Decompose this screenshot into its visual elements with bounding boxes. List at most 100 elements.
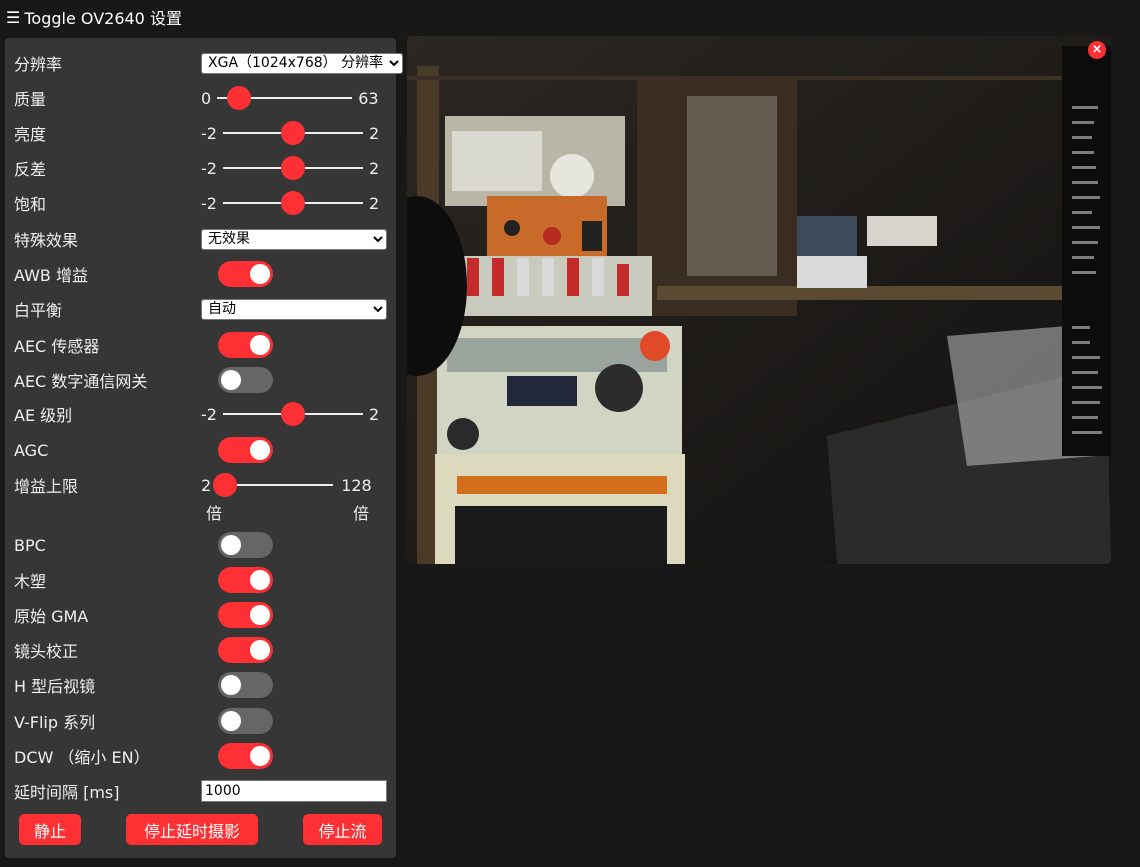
bpc-label: BPC <box>14 535 46 555</box>
bpc-row: BPC <box>14 529 388 561</box>
saturation-max: 2 <box>368 193 380 213</box>
toggle-knob <box>250 335 270 355</box>
brightness-row: 亮度 -2 2 <box>14 117 388 149</box>
v-flip-label: V-Flip 系列 <box>14 713 96 732</box>
interval-row: 延时间隔 [ms] <box>14 775 388 807</box>
quality-slider[interactable] <box>217 86 353 110</box>
contrast-slider-group: -2 2 <box>201 156 380 180</box>
agc-toggle[interactable] <box>218 437 273 463</box>
aec-dsp-row: AEC 数字通信网关 <box>14 364 388 396</box>
awb-gain-row: AWB 增益 <box>14 258 388 290</box>
gain-ceiling-max-unit: 倍 <box>353 504 370 523</box>
awb-gain-toggle[interactable] <box>218 261 273 287</box>
contrast-row: 反差 -2 2 <box>14 152 388 184</box>
toggle-knob <box>250 605 270 625</box>
settings-toggle[interactable]: ☰ Toggle OV2640 设置 <box>0 0 182 34</box>
saturation-slider-thumb[interactable] <box>280 191 305 215</box>
special-effect-label: 特殊效果 <box>14 231 79 250</box>
brightness-max: 2 <box>368 123 380 143</box>
bpc-toggle[interactable] <box>218 532 273 558</box>
quality-row: 质量 0 63 <box>14 82 388 114</box>
toggle-knob <box>250 640 270 660</box>
contrast-slider[interactable] <box>222 156 363 180</box>
interval-label: 延时间隔 [ms] <box>14 783 120 802</box>
h-mirror-toggle[interactable] <box>218 672 273 698</box>
ae-level-slider-group: -2 2 <box>201 402 380 426</box>
contrast-min: -2 <box>201 158 217 178</box>
ae-level-slider-thumb[interactable] <box>280 402 305 426</box>
aec-sensor-row: AEC 传感器 <box>14 329 388 361</box>
still-button[interactable]: 静止 <box>19 814 81 845</box>
saturation-label: 饱和 <box>14 195 47 214</box>
white-balance-label: 白平衡 <box>14 301 63 320</box>
toggle-knob <box>250 570 270 590</box>
aec-dsp-label: AEC 数字通信网关 <box>14 372 148 391</box>
stream-frame <box>407 36 1111 564</box>
aec-dsp-toggle[interactable] <box>218 367 273 393</box>
ae-level-row: AE 级别 -2 2 <box>14 398 388 430</box>
close-stream-icon[interactable]: × <box>1088 41 1106 59</box>
gain-ceiling-slider[interactable] <box>213 473 334 497</box>
gain-ceiling-row: 增益上限 2 128 <box>14 469 388 501</box>
toggle-knob <box>221 711 241 731</box>
lens-correction-row: 镜头校正 <box>14 634 388 666</box>
aec-sensor-label: AEC 传感器 <box>14 337 100 356</box>
aec-sensor-toggle[interactable] <box>218 332 273 358</box>
raw-gma-label: 原始 GMA <box>14 607 89 626</box>
lens-correction-label: 镜头校正 <box>14 642 79 661</box>
brightness-slider[interactable] <box>222 121 363 145</box>
toggle-knob <box>221 535 241 555</box>
gain-ceiling-min: 2 <box>201 475 212 495</box>
special-effect-select[interactable]: 无效果 <box>201 228 387 250</box>
v-flip-toggle[interactable] <box>218 708 273 734</box>
h-mirror-label: H 型后视镜 <box>14 677 96 696</box>
saturation-row: 饱和 -2 2 <box>14 187 388 219</box>
wpc-toggle[interactable] <box>218 567 273 593</box>
saturation-slider[interactable] <box>222 191 363 215</box>
ae-level-slider[interactable] <box>222 402 363 426</box>
gain-ceiling-label: 增益上限 <box>14 477 79 496</box>
toggle-knob <box>221 675 241 695</box>
contrast-slider-thumb[interactable] <box>280 156 305 180</box>
stop-timelapse-button[interactable]: 停止延时摄影 <box>126 814 258 845</box>
menu-icon: ☰ <box>6 7 21 27</box>
gain-ceiling-slider-thumb[interactable] <box>213 473 238 497</box>
contrast-max: 2 <box>368 158 380 178</box>
white-balance-select[interactable]: 自动 <box>201 298 387 320</box>
resolution-select[interactable]: XGA（1024x768） 分辨率 <box>201 52 403 74</box>
contrast-label: 反差 <box>14 160 47 179</box>
raw-gma-toggle[interactable] <box>218 602 273 628</box>
gain-ceiling-min-unit: 倍 <box>206 504 223 523</box>
h-mirror-row: H 型后视镜 <box>14 669 388 701</box>
dcw-row: DCW （缩小 EN） <box>14 740 388 772</box>
gain-ceiling-slider-group: 2 128 <box>201 473 372 497</box>
white-balance-row: 白平衡 自动 <box>14 293 388 325</box>
gain-ceiling-max: 128 <box>341 475 372 495</box>
saturation-min: -2 <box>201 193 217 213</box>
settings-title: Toggle OV2640 设置 <box>24 9 182 28</box>
brightness-slider-thumb[interactable] <box>280 121 305 145</box>
raw-gma-row: 原始 GMA <box>14 599 388 631</box>
ae-level-min: -2 <box>201 404 217 424</box>
brightness-slider-group: -2 2 <box>201 121 380 145</box>
toggle-knob <box>221 370 241 390</box>
toggle-knob <box>250 440 270 460</box>
wpc-row: 木塑 <box>14 564 388 596</box>
quality-slider-thumb[interactable] <box>226 86 251 110</box>
brightness-min: -2 <box>201 123 217 143</box>
camera-stream-image <box>407 36 1111 564</box>
ae-level-max: 2 <box>368 404 380 424</box>
settings-panel: 分辨率 XGA（1024x768） 分辨率 质量 0 63 亮度 -2 2 反差… <box>5 38 403 858</box>
toggle-knob <box>250 746 270 766</box>
dcw-toggle[interactable] <box>218 743 273 769</box>
quality-slider-group: 0 63 <box>201 86 379 110</box>
stop-stream-button[interactable]: 停止流 <box>303 814 382 845</box>
saturation-slider-group: -2 2 <box>201 191 380 215</box>
v-flip-row: V-Flip 系列 <box>14 705 388 737</box>
wpc-label: 木塑 <box>14 572 47 591</box>
lens-correction-toggle[interactable] <box>218 637 273 663</box>
agc-label: AGC <box>14 440 49 460</box>
interval-input[interactable] <box>201 780 387 802</box>
special-effect-row: 特殊效果 无效果 <box>14 223 388 255</box>
resolution-label: 分辨率 <box>14 55 63 74</box>
